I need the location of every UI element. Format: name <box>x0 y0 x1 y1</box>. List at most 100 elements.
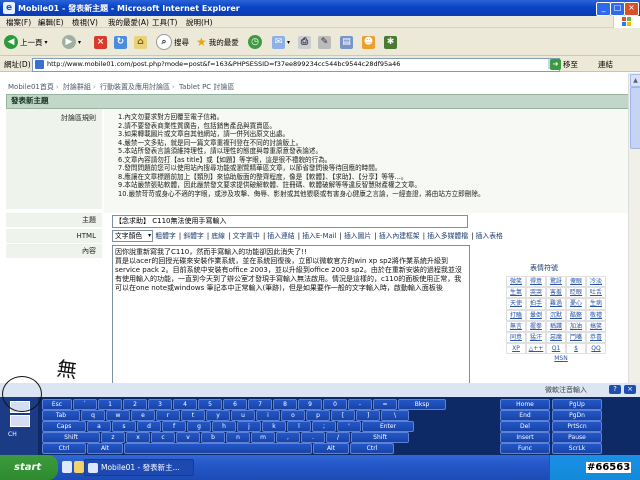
insert-link-button[interactable]: 插入連結 <box>267 232 294 240</box>
osk-nav-key[interactable]: Del <box>500 421 550 432</box>
breadcrumb-tablet[interactable]: Tablet PC 討論區 <box>179 83 234 91</box>
emoticon[interactable]: 酷斃 <box>566 309 586 321</box>
osk-key[interactable]: s <box>112 421 136 432</box>
mail-button[interactable]: ✉ ▾ <box>272 33 290 51</box>
emoticon[interactable]: △++ <box>526 343 546 355</box>
osk-key[interactable]: = <box>373 399 397 410</box>
emoticon[interactable]: 同意 <box>506 332 526 344</box>
stop-button[interactable]: × <box>94 33 107 51</box>
osk-key[interactable]: t <box>181 410 205 421</box>
emoticon[interactable]: XP <box>506 343 526 355</box>
insert-email-button[interactable]: 插入E-Mail <box>302 232 336 240</box>
osk-close-icon[interactable]: × <box>624 385 636 394</box>
osk-nav-key[interactable]: ScrLk <box>552 443 602 454</box>
osk-nav-key[interactable]: PgDn <box>552 410 602 421</box>
osk-key[interactable]: g <box>187 421 211 432</box>
breadcrumb-home[interactable]: Mobile01首頁 <box>8 83 54 91</box>
osk-key[interactable]: j <box>237 421 261 432</box>
forward-button[interactable]: ▶ ▾ <box>62 33 81 51</box>
osk-key[interactable]: / <box>326 432 350 443</box>
osk-key[interactable]: p <box>306 410 330 421</box>
start-button[interactable]: start <box>0 455 58 480</box>
emoticon[interactable]: 暈倒 <box>526 309 546 321</box>
osk-lang-label[interactable]: CH <box>8 431 17 438</box>
emoticon[interactable]: 微笑 <box>506 276 526 288</box>
links-button[interactable]: 連結 <box>598 59 613 70</box>
osk-key[interactable]: Shift <box>42 432 100 443</box>
print-button[interactable]: ⎙ <box>298 33 311 51</box>
emoticon[interactable]: 憂心 <box>566 298 586 310</box>
home-button[interactable]: ⌂ <box>134 33 147 51</box>
emoticon[interactable]: 驚訝 <box>546 276 566 288</box>
osk-nav-key[interactable]: Home <box>500 399 550 410</box>
favorites-button[interactable]: ★ 我的最愛 <box>196 33 239 51</box>
osk-key[interactable]: Ctrl <box>42 443 86 454</box>
emoticon[interactable]: Q1 <box>546 343 566 355</box>
osk-key[interactable]: k <box>262 421 286 432</box>
osk-key[interactable]: 1 <box>98 399 122 410</box>
osk-nav-key[interactable]: PrtScn <box>552 421 602 432</box>
osk-key[interactable]: Esc <box>42 399 72 410</box>
osk-key[interactable]: u <box>231 410 255 421</box>
osk-key[interactable]: 4 <box>173 399 197 410</box>
page-scrollbar[interactable]: ▲ <box>628 73 640 383</box>
osk-key[interactable]: Alt <box>87 443 123 454</box>
menu-edit[interactable]: 編輯(E) <box>38 17 64 28</box>
maximize-button[interactable]: □ <box>610 2 625 16</box>
osk-key[interactable]: Caps <box>42 421 86 432</box>
osk-key[interactable]: h <box>212 421 236 432</box>
emoticon[interactable]: 得意 <box>526 276 546 288</box>
emoticon[interactable]: 惡魔 <box>546 332 566 344</box>
minimize-button[interactable]: _ <box>596 2 611 16</box>
emoticon[interactable]: 天使 <box>506 298 526 310</box>
osk-key[interactable]: z <box>101 432 125 443</box>
center-button[interactable]: 文字置中 <box>233 232 260 240</box>
osk-key[interactable]: l <box>287 421 311 432</box>
emoticon[interactable]: 握拳 <box>526 320 546 333</box>
osk-key[interactable]: \ <box>381 410 409 421</box>
insert-iframe-button[interactable]: 插入內建框架 <box>379 232 420 240</box>
emoticon[interactable]: 吐舌 <box>586 287 606 299</box>
close-button[interactable]: × <box>624 2 639 16</box>
osk-key[interactable]: . <box>301 432 325 443</box>
emoticon[interactable]: $ <box>566 343 586 355</box>
messenger-button[interactable]: ☻ <box>362 33 375 51</box>
menu-file[interactable]: 檔案(F) <box>6 17 31 28</box>
content-textarea[interactable]: 因你說重新寫我了C110，然而手寫輸入的功能卻因此消失了!! 買是以acer的回… <box>112 245 470 383</box>
osk-key[interactable]: 0 <box>323 399 347 410</box>
osk-nav-key[interactable]: Func <box>500 443 550 454</box>
emoticon[interactable]: 搞笑 <box>586 320 606 333</box>
osk-key[interactable]: f <box>162 421 186 432</box>
osk-key[interactable]: n <box>226 432 250 443</box>
discuss-button[interactable]: ▤ <box>340 33 353 51</box>
emoticon[interactable]: 生病 <box>586 298 606 310</box>
osk-key[interactable]: 7 <box>248 399 272 410</box>
insert-table-button[interactable]: 插入表格 <box>476 232 503 240</box>
osk-key[interactable]: 9 <box>298 399 322 410</box>
subject-input[interactable]: 【念求助】 C110無法使用手寫輸入 <box>112 215 468 228</box>
scroll-thumb[interactable] <box>630 87 640 149</box>
osk-key[interactable]: Enter <box>362 421 414 432</box>
italic-button[interactable]: 斜體字 <box>183 232 203 240</box>
osk-writing-pad-icon[interactable] <box>10 415 30 427</box>
osk-key[interactable]: Shift <box>351 432 409 443</box>
osk-key[interactable]: ] <box>356 410 380 421</box>
emoticon[interactable]: 恭喜 <box>586 332 606 344</box>
osk-key[interactable]: 6 <box>223 399 247 410</box>
menu-help[interactable]: 說明(H) <box>186 17 213 28</box>
osk-key[interactable]: i <box>256 410 280 421</box>
osk-key[interactable]: d <box>137 421 161 432</box>
emoticon[interactable]: 無言 <box>506 320 526 333</box>
osk-key[interactable]: q <box>81 410 105 421</box>
osk-key[interactable]: 2 <box>123 399 147 410</box>
edit-button[interactable]: ✎ <box>318 33 331 51</box>
osk-key[interactable]: e <box>131 410 155 421</box>
breadcrumb-mobile[interactable]: 行動裝置及應用討論區 <box>100 83 170 91</box>
address-input[interactable]: http://www.mobile01.com/post.php?mode=po… <box>32 58 560 72</box>
osk-key[interactable]: a <box>87 421 111 432</box>
osk-key[interactable]: y <box>206 410 230 421</box>
osk-key[interactable]: o <box>281 410 305 421</box>
osk-key[interactable]: ; <box>312 421 336 432</box>
emoticon[interactable]: 沉默 <box>546 309 566 321</box>
history-button[interactable]: ◷ <box>248 33 262 51</box>
